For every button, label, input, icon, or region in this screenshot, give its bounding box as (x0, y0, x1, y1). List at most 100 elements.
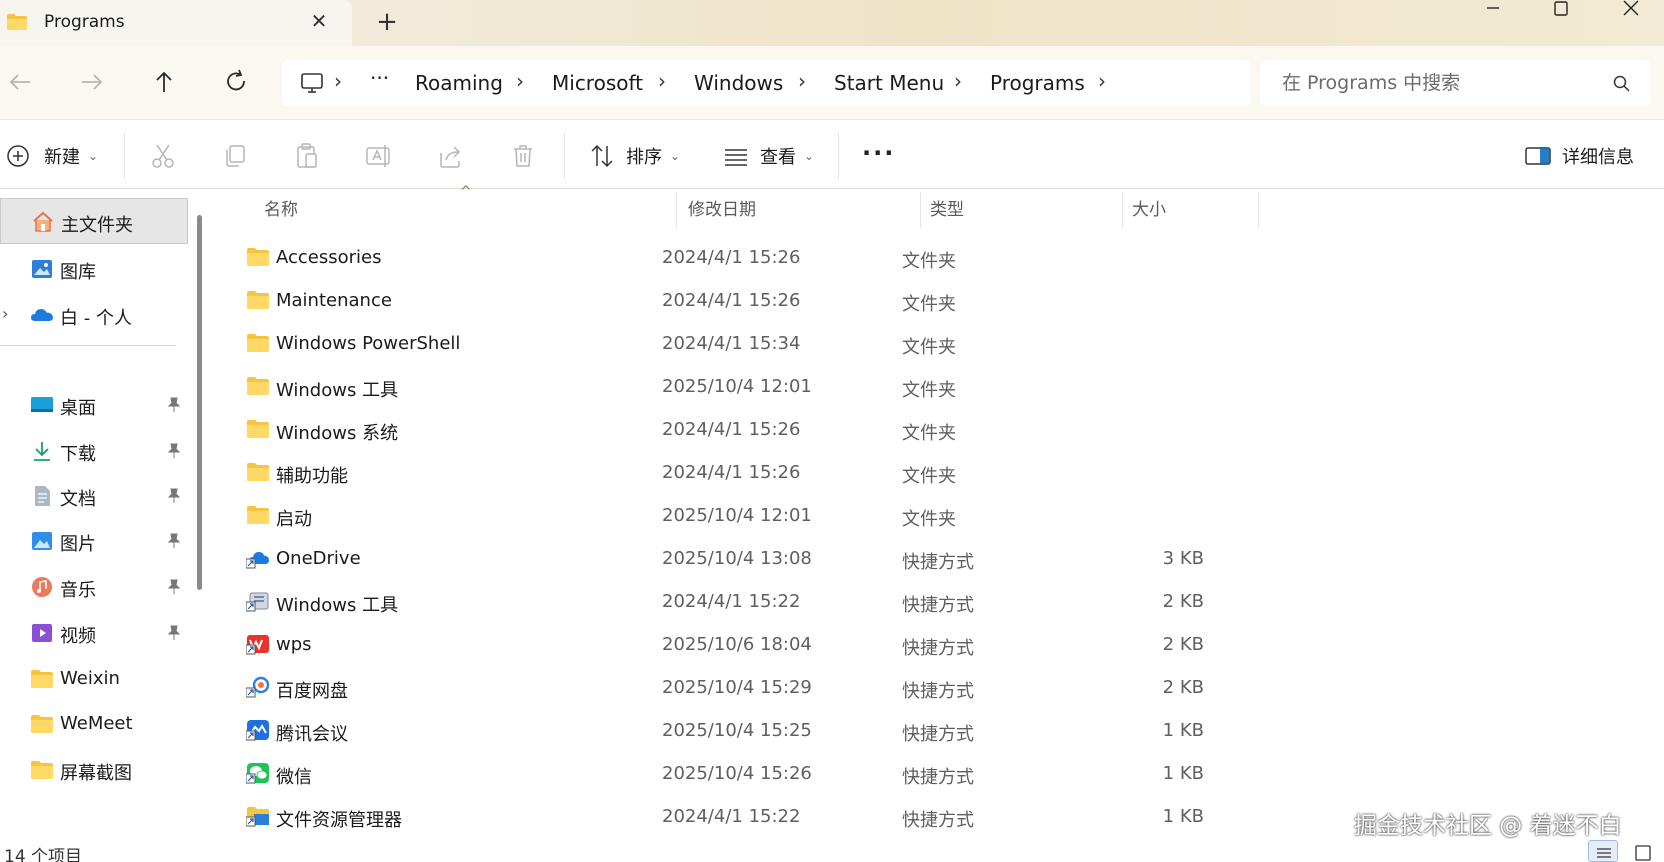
breadcrumb-windows[interactable]: Windows (694, 71, 783, 95)
chevron-right-icon[interactable]: › (954, 69, 962, 93)
list-item[interactable]: 百度网盘 2025/10/4 15:29 快捷方式 2 KB (234, 666, 1474, 709)
list-item[interactable]: wps 2025/10/6 18:04 快捷方式 2 KB (234, 623, 1474, 666)
document-icon (35, 486, 50, 506)
file-size: 2 KB (1162, 591, 1204, 612)
chevron-right-icon[interactable]: › (516, 69, 524, 93)
search-icon[interactable] (1612, 74, 1632, 94)
file-name: Maintenance (276, 290, 392, 311)
sidebar-item-wemeet[interactable]: WeMeet (0, 701, 188, 747)
file-type: 快捷方式 (902, 810, 974, 831)
address-bar[interactable]: › ··· Roaming › Microsoft › Windows › St… (282, 60, 1250, 106)
tab-programs[interactable]: Programs ✕ (0, 0, 352, 46)
minimize-button[interactable] (1470, 0, 1516, 22)
pin-icon[interactable] (166, 487, 182, 505)
sidebar-scrollbar[interactable] (197, 215, 202, 590)
search-box[interactable] (1260, 60, 1650, 106)
file-type: 文件夹 (902, 251, 956, 272)
breadcrumb-overflow[interactable]: ··· (370, 66, 389, 90)
chevron-right-icon[interactable]: › (798, 69, 806, 93)
sidebar-item-screenshots[interactable]: 屏幕截图 (0, 747, 188, 793)
list-item[interactable]: 辅助功能 2024/4/1 15:26 文件夹 (234, 451, 1474, 494)
pin-icon[interactable] (166, 624, 182, 642)
sidebar-item-desktop[interactable]: 桌面 (0, 382, 188, 428)
file-type: 文件夹 (902, 337, 956, 358)
watermark: 掘金技术社区 @ 着迷不白 (1354, 813, 1622, 839)
chevron-right-icon[interactable]: › (658, 69, 666, 93)
more-options-button[interactable]: ··· (862, 139, 895, 167)
baidu-shortcut-icon (246, 676, 270, 698)
chevron-down-icon: ⌄ (88, 149, 99, 163)
chevron-right-icon[interactable]: › (1098, 69, 1106, 93)
list-item[interactable]: 腾讯会议 2025/10/4 15:25 快捷方式 1 KB (234, 709, 1474, 752)
sidebar-item-weixin[interactable]: Weixin (0, 656, 188, 702)
list-item[interactable]: 微信 2025/10/4 15:26 快捷方式 1 KB (234, 752, 1474, 795)
column-header-name[interactable]: 名称 (264, 190, 298, 230)
file-size: 3 KB (1162, 548, 1204, 569)
column-divider[interactable] (920, 192, 921, 228)
pin-icon[interactable] (166, 578, 182, 596)
list-item[interactable]: Windows 工具 2024/4/1 15:22 快捷方式 2 KB (234, 580, 1474, 623)
column-divider[interactable] (1122, 192, 1123, 228)
pin-icon[interactable] (166, 532, 182, 550)
sidebar-item-videos[interactable]: 视频 (0, 610, 188, 656)
sidebar-item-documents[interactable]: 文档 (0, 473, 188, 519)
back-arrow-icon[interactable] (2, 64, 38, 100)
file-date: 2024/4/1 15:26 (662, 462, 801, 483)
sidebar-item-music[interactable]: 音乐 (0, 564, 188, 610)
column-divider[interactable] (1258, 192, 1259, 228)
list-item[interactable]: OneDrive 2025/10/4 13:08 快捷方式 3 KB (234, 537, 1474, 580)
list-item[interactable]: Accessories 2024/4/1 15:26 文件夹 (234, 236, 1474, 279)
cut-icon[interactable] (148, 141, 178, 171)
command-bar: 新建 ⌄ 排序 ⌄ 查看 ⌄ ··· 详细信息 (0, 121, 1664, 189)
tencent-meeting-shortcut-icon (246, 720, 269, 741)
new-tab-button[interactable]: + (372, 8, 402, 38)
list-item[interactable]: 文件资源管理器 2024/4/1 15:22 快捷方式 1 KB (234, 795, 1474, 838)
breadcrumb-microsoft[interactable]: Microsoft (552, 71, 643, 95)
breadcrumb-roaming[interactable]: Roaming (415, 71, 503, 95)
paste-icon[interactable] (292, 141, 322, 171)
column-header-size[interactable]: 大小 (1132, 190, 1166, 230)
list-item[interactable]: Windows 系统 2024/4/1 15:26 文件夹 (234, 408, 1474, 451)
column-header-date[interactable]: 修改日期 (688, 190, 756, 230)
refresh-icon[interactable] (218, 64, 254, 100)
rename-icon[interactable] (364, 141, 394, 171)
sort-button[interactable]: 排序 ⌄ (588, 139, 680, 173)
close-tab-icon[interactable]: ✕ (306, 8, 332, 34)
up-arrow-icon[interactable] (146, 64, 182, 100)
chevron-right-icon[interactable]: › (2, 304, 8, 323)
breadcrumb-programs[interactable]: Programs (990, 71, 1085, 95)
pin-icon[interactable] (166, 396, 182, 414)
copy-icon[interactable] (220, 141, 250, 171)
list-item[interactable]: 启动 2025/10/4 12:01 文件夹 (234, 494, 1474, 537)
maximize-button[interactable] (1538, 0, 1584, 22)
file-date: 2024/4/1 15:26 (662, 247, 801, 268)
forward-arrow-icon[interactable] (74, 64, 110, 100)
tools-shortcut-icon (246, 592, 269, 612)
file-name: 百度网盘 (276, 681, 348, 702)
delete-icon[interactable] (508, 141, 538, 171)
sidebar-item-downloads[interactable]: 下载 (0, 428, 188, 474)
folder-icon (247, 248, 269, 266)
close-window-button[interactable] (1608, 0, 1654, 22)
new-button[interactable]: 新建 ⌄ (6, 139, 98, 173)
sidebar-item-pictures[interactable]: 图片 (0, 518, 188, 564)
list-item[interactable]: Windows 工具 2025/10/4 12:01 文件夹 (234, 365, 1474, 408)
details-pane-button[interactable]: 详细信息 (1524, 139, 1634, 173)
list-item[interactable]: Maintenance 2024/4/1 15:26 文件夹 (234, 279, 1474, 322)
sidebar-item-home[interactable]: 主文件夹 (0, 198, 188, 244)
folder-icon (247, 506, 269, 524)
search-input[interactable] (1260, 60, 1590, 106)
item-count: 14 个项目 (4, 847, 83, 862)
column-header-type[interactable]: 类型 (930, 190, 964, 230)
breadcrumb-start-menu[interactable]: Start Menu (834, 71, 944, 95)
sidebar-item-gallery[interactable]: 图库 (0, 246, 188, 292)
sidebar-item-label: 桌面 (60, 398, 96, 419)
share-icon[interactable] (436, 141, 466, 171)
view-button[interactable]: 查看 ⌄ (722, 139, 814, 173)
details-view-button[interactable] (1588, 840, 1618, 862)
sidebar-item-onedrive[interactable]: › 白 - 个人 (0, 292, 188, 338)
tiles-view-button[interactable] (1628, 840, 1658, 862)
list-item[interactable]: Windows PowerShell 2024/4/1 15:34 文件夹 (234, 322, 1474, 365)
pin-icon[interactable] (166, 442, 182, 460)
column-divider[interactable] (676, 192, 677, 228)
